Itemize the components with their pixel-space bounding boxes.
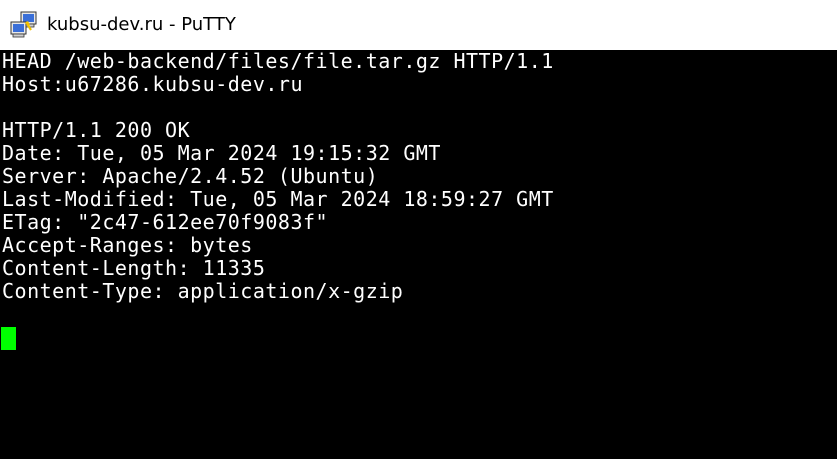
terminal-line-accept-ranges: Accept-Ranges: bytes (2, 233, 253, 257)
terminal-line-content-length: Content-Length: 11335 (2, 256, 266, 280)
putty-computers-icon[interactable] (9, 11, 39, 39)
terminal-line-date: Date: Tue, 05 Mar 2024 19:15:32 GMT (2, 141, 441, 165)
terminal-line-host: Host:u67286.kubsu-dev.ru (2, 72, 303, 96)
title-bar[interactable]: kubsu-dev.ru - PuTTY (0, 0, 837, 50)
terminal-line-last-modified: Last-Modified: Tue, 05 Mar 2024 18:59:27… (2, 187, 554, 211)
terminal-cursor (1, 327, 16, 350)
terminal-line-status: HTTP/1.1 200 OK (2, 118, 191, 142)
terminal-line-etag: ETag: "2c47-612ee70f9083f" (2, 210, 329, 234)
putty-window: kubsu-dev.ru - PuTTY HEAD /web-backend/f… (0, 0, 837, 459)
window-title: kubsu-dev.ru - PuTTY (47, 14, 236, 35)
terminal-screen[interactable]: HEAD /web-backend/files/file.tar.gz HTTP… (0, 50, 837, 459)
terminal-line-request: HEAD /web-backend/files/file.tar.gz HTTP… (2, 50, 554, 73)
terminal-line-content-type: Content-Type: application/x-gzip (2, 279, 404, 303)
terminal-line-server: Server: Apache/2.4.52 (Ubuntu) (2, 164, 379, 188)
